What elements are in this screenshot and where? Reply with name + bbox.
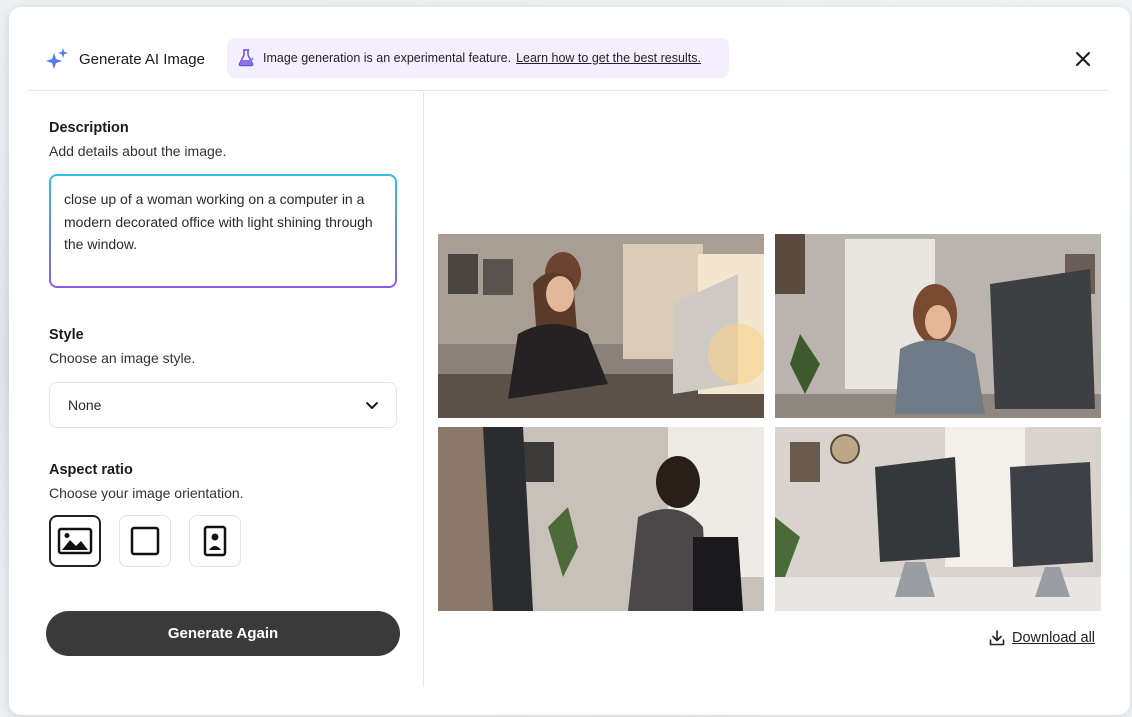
office-photo-1 xyxy=(438,234,764,418)
generate-ai-image-dialog: Generate AI Image Image generation is an… xyxy=(9,7,1130,715)
result-image-1[interactable] xyxy=(438,234,764,418)
aspect-ratio-title: Aspect ratio xyxy=(49,462,133,478)
flask-icon xyxy=(238,49,254,67)
aspect-square-button[interactable] xyxy=(119,515,171,567)
office-photo-4 xyxy=(775,427,1101,611)
learn-more-link[interactable]: Learn how to get the best results. xyxy=(516,51,701,65)
close-button[interactable] xyxy=(1071,47,1095,71)
description-subtitle: Add details about the image. xyxy=(49,143,227,159)
square-icon xyxy=(130,526,160,556)
dialog-header: Generate AI Image Image generation is an… xyxy=(29,27,1109,91)
description-input[interactable]: close up of a woman working on a compute… xyxy=(49,174,397,288)
style-subtitle: Choose an image style. xyxy=(49,350,196,366)
dialog-title: Generate AI Image xyxy=(79,50,205,68)
experimental-banner: Image generation is an experimental feat… xyxy=(227,38,729,78)
portrait-icon xyxy=(203,525,227,557)
chevron-down-icon xyxy=(366,402,378,409)
generate-again-button[interactable]: Generate Again xyxy=(46,611,400,656)
style-select[interactable]: None xyxy=(49,382,397,428)
result-image-2[interactable] xyxy=(775,234,1101,418)
result-image-4[interactable] xyxy=(775,427,1101,611)
aspect-portrait-button[interactable] xyxy=(189,515,241,567)
download-all-label: Download all xyxy=(1012,630,1096,646)
style-select-value: None xyxy=(68,397,102,413)
download-all-link[interactable]: Download all xyxy=(989,630,1095,646)
sparkle-icon xyxy=(46,48,68,69)
office-photo-3 xyxy=(438,427,764,611)
dialog-title-group: Generate AI Image xyxy=(45,47,205,71)
landscape-image-icon xyxy=(57,527,93,555)
aspect-landscape-button[interactable] xyxy=(49,515,101,567)
aspect-ratio-subtitle: Choose your image orientation. xyxy=(49,485,244,501)
banner-text: Image generation is an experimental feat… xyxy=(263,51,512,65)
form-panel: Description Add details about the image.… xyxy=(29,92,424,687)
description-title: Description xyxy=(49,120,129,136)
close-icon xyxy=(1076,52,1090,66)
office-photo-2 xyxy=(775,234,1101,418)
download-icon xyxy=(989,630,1005,646)
result-image-3[interactable] xyxy=(438,427,764,611)
style-title: Style xyxy=(49,327,84,343)
description-text[interactable]: close up of a woman working on a compute… xyxy=(51,176,395,286)
